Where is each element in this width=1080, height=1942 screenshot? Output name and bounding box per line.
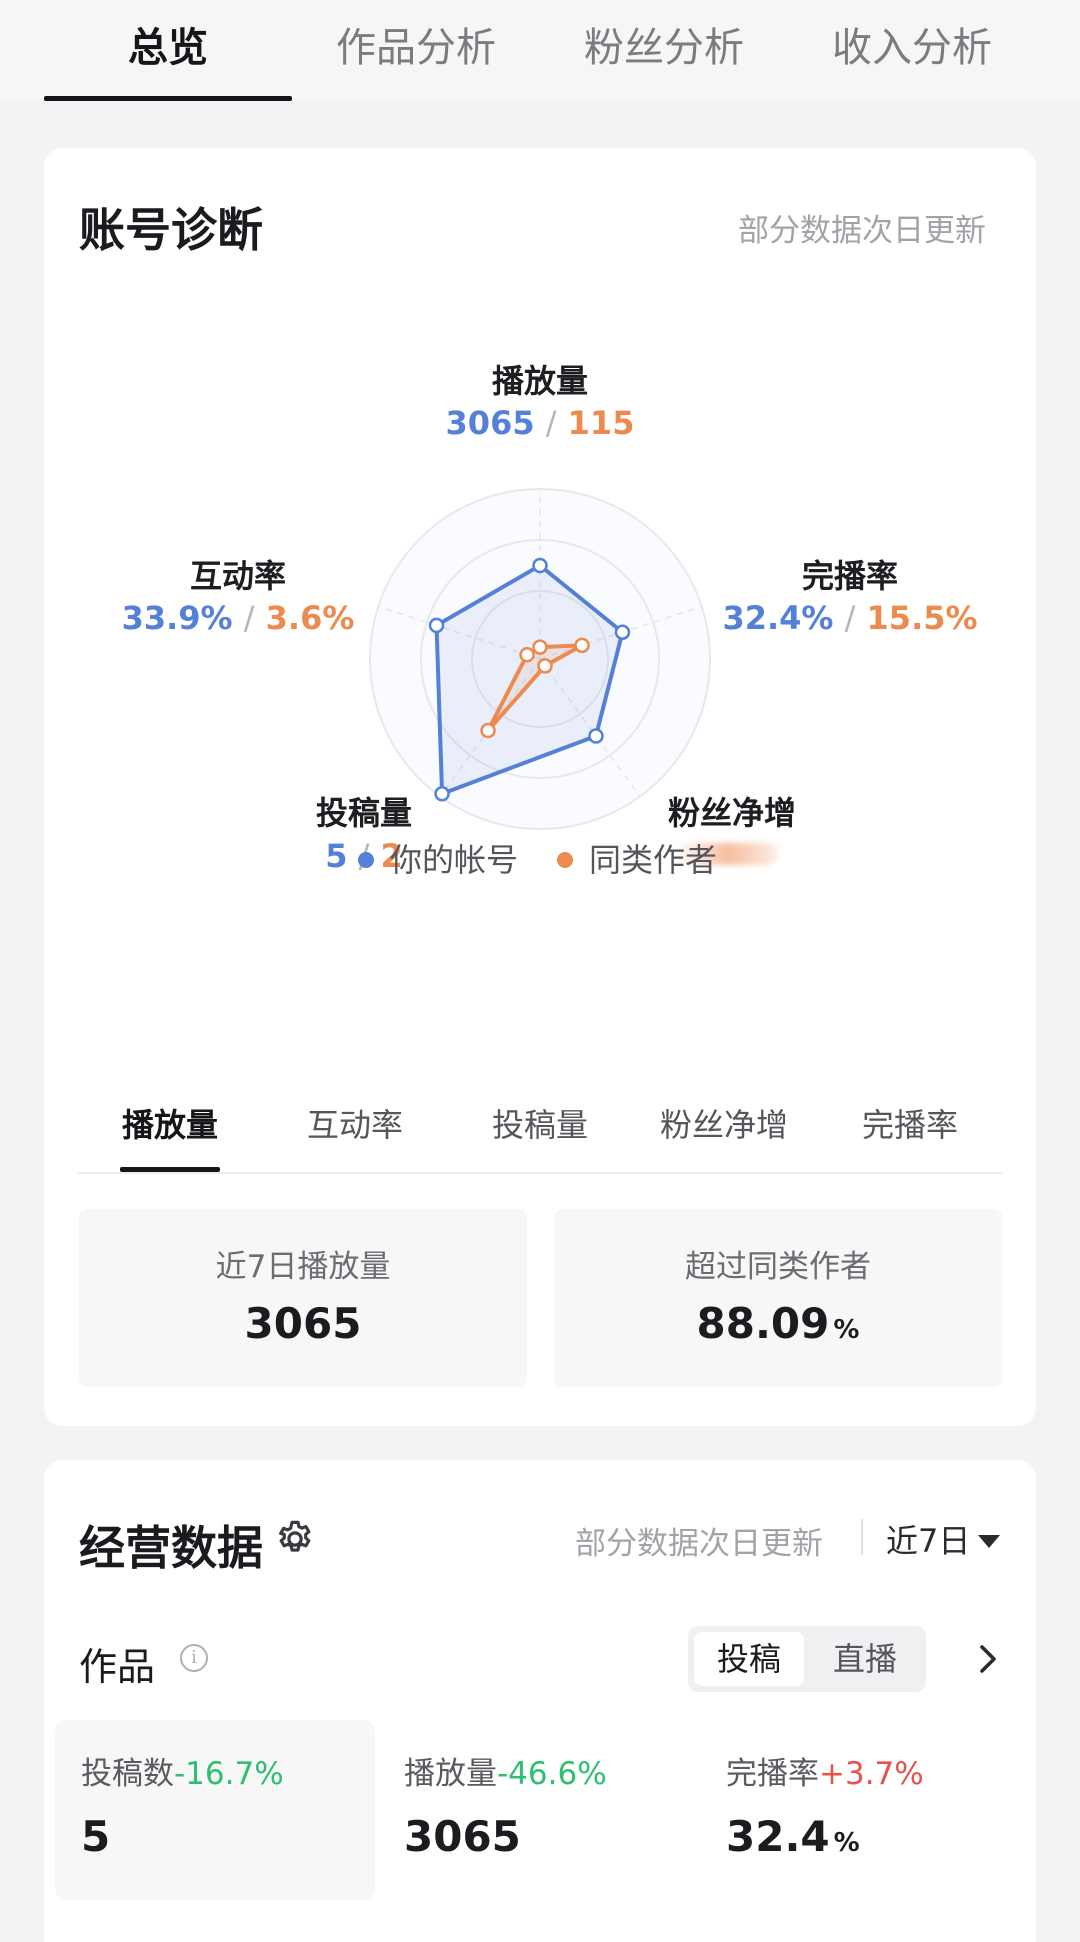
legend-label-you: 你的帐号	[390, 841, 519, 879]
peer-series-point	[480, 722, 496, 739]
axis-value-peer: 115	[567, 404, 635, 442]
works-section-title: 作品	[79, 1645, 156, 1689]
axis-value-peer: 15.5%	[866, 599, 978, 637]
stat-box-recent-plays: 近7日播放量 3065	[79, 1209, 527, 1387]
caret-down-icon	[978, 1535, 1001, 1548]
kpi-value: 3065	[404, 1812, 521, 1861]
kpi-number: 3065	[404, 1812, 521, 1861]
kpi-label: 投稿数-16.7%	[81, 1748, 284, 1793]
kpi-completion-rate[interactable]: 完播率+3.7% 32.4%	[700, 1720, 1020, 1900]
kpi-value: 32.4%	[726, 1812, 860, 1861]
legend-label-peer: 同类作者	[589, 841, 718, 879]
metric-tab-completion[interactable]: 完播率	[820, 1100, 1000, 1150]
kpi-label: 播放量-46.6%	[404, 1748, 607, 1793]
kpi-name: 投稿数	[81, 1756, 174, 1792]
date-range-value: 近7日	[886, 1522, 971, 1560]
kpi-value: 5	[81, 1812, 110, 1861]
segment-live[interactable]: 直播	[810, 1632, 920, 1686]
axis-value-you: 33.9%	[121, 599, 233, 637]
axis-value-you: 3065	[445, 404, 535, 442]
kpi-change: +3.7%	[819, 1756, 924, 1792]
metric-tab-engagement[interactable]: 互动率	[265, 1100, 445, 1150]
stat-value: 88.09%	[554, 1299, 1002, 1348]
kpi-label: 完播率+3.7%	[726, 1748, 924, 1793]
axis-values-plays: 3065 / 115	[390, 404, 690, 442]
you-series-point	[588, 728, 604, 744]
peer-series-point	[537, 658, 553, 674]
axis-label-net-fans: 粉丝净增	[667, 794, 796, 832]
axis-label-plays: 播放量	[491, 362, 588, 400]
you-series-point	[614, 624, 631, 640]
legend-dot-you	[358, 852, 374, 868]
axis-value-you: 32.4%	[722, 599, 834, 637]
stat-number: 3065	[244, 1299, 362, 1348]
stat-label: 超过同类作者	[685, 1249, 871, 1285]
info-icon[interactable]: i	[180, 1644, 208, 1672]
axis-value-separator: /	[243, 599, 255, 637]
submission-live-toggle: 投稿 直播	[688, 1626, 926, 1692]
kpi-change: -16.7%	[174, 1756, 284, 1792]
kpi-name: 完播率	[726, 1756, 819, 1792]
peer-series-point	[532, 639, 548, 655]
metric-tab-plays[interactable]: 播放量	[80, 1100, 260, 1150]
you-series-point	[428, 617, 445, 634]
you-series-point	[532, 557, 548, 574]
kpi-plays[interactable]: 播放量-46.6% 3065	[378, 1720, 698, 1900]
stat-box-beat-peers: 超过同类作者 88.09%	[554, 1209, 1002, 1387]
metric-tab-divider	[78, 1172, 1002, 1174]
stat-label: 近7日播放量	[215, 1249, 391, 1285]
range-divider	[861, 1519, 863, 1555]
date-range-select[interactable]: 近7日	[886, 1516, 1001, 1562]
gear-icon[interactable]	[274, 1518, 316, 1560]
axis-values-completion: 32.4% / 15.5%	[700, 599, 1000, 637]
metric-tab-indicator	[120, 1167, 220, 1172]
chevron-right-icon[interactable]	[976, 1643, 1000, 1675]
axis-value-separator: /	[545, 404, 557, 442]
metric-tab-submissions[interactable]: 投稿量	[450, 1100, 630, 1150]
segment-submission[interactable]: 投稿	[694, 1632, 804, 1686]
stat-value: 3065	[79, 1299, 527, 1348]
kpi-number: 5	[81, 1812, 111, 1861]
axis-label-engagement: 互动率	[189, 557, 286, 595]
stat-number: 88.09	[696, 1299, 830, 1348]
legend-dot-peer	[557, 852, 573, 868]
kpi-change: -46.6%	[497, 1756, 607, 1792]
kpi-name: 播放量	[404, 1756, 497, 1792]
kpi-unit: %	[833, 1828, 860, 1858]
axis-value-peer: 3.6%	[265, 599, 355, 637]
peer-series-point	[519, 647, 535, 663]
metric-tab-net-fans[interactable]: 粉丝净增	[634, 1100, 814, 1150]
axis-values-engagement: 33.9% / 3.6%	[88, 599, 388, 637]
axis-label-submissions: 投稿量	[315, 794, 412, 832]
radar-legend: 你的帐号 同类作者	[0, 835, 1080, 885]
peer-series-point	[574, 637, 590, 654]
business-title: 经营数据	[79, 1521, 263, 1575]
stat-unit: %	[833, 1315, 860, 1345]
kpi-submissions[interactable]: 投稿数-16.7% 5	[55, 1720, 375, 1900]
business-update-note: 部分数据次日更新	[575, 1526, 823, 1562]
axis-value-separator: /	[844, 599, 856, 637]
axis-label-completion: 完播率	[801, 557, 898, 595]
kpi-number: 32.4	[726, 1812, 830, 1861]
